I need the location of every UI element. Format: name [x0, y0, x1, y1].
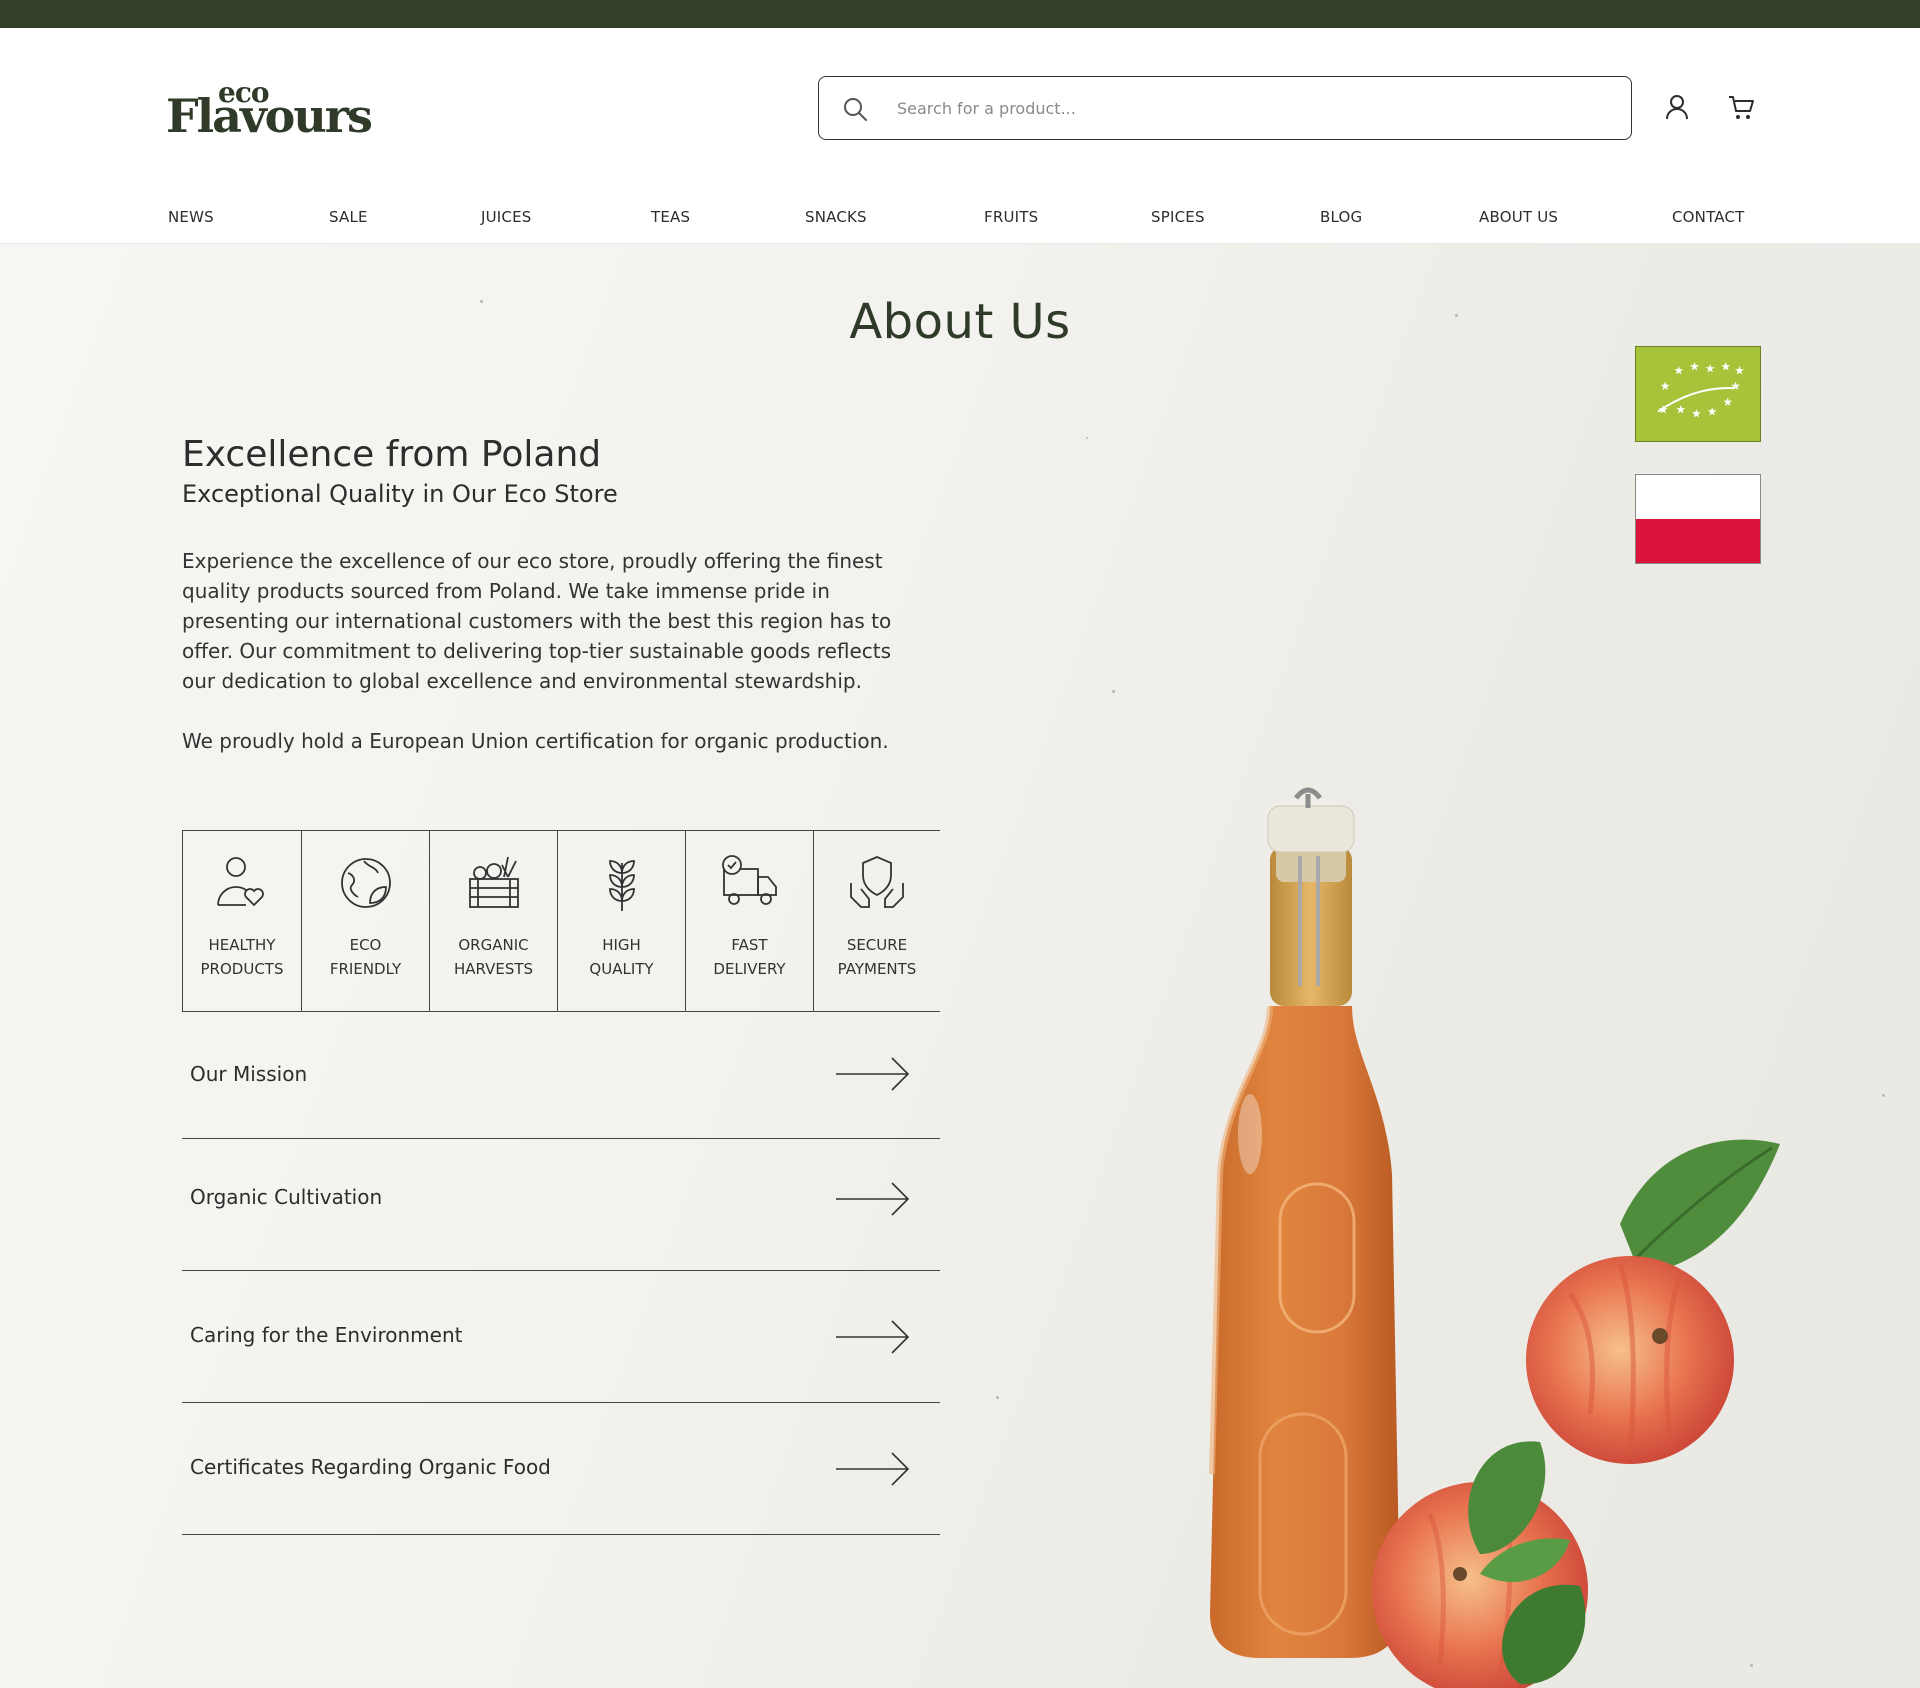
- svg-text:★: ★: [1691, 407, 1702, 421]
- logo-flavours: Flavours: [166, 89, 373, 143]
- feature-label-line: FRIENDLY: [329, 960, 402, 978]
- arrow-right-icon[interactable]: [836, 1319, 910, 1355]
- svg-text:★: ★: [1722, 395, 1733, 409]
- cart-icon[interactable]: [1726, 92, 1756, 122]
- sprout-icon: [608, 860, 635, 911]
- svg-text:★: ★: [1707, 405, 1718, 419]
- svg-text:★: ★: [1721, 360, 1732, 374]
- top-bar: [0, 0, 1920, 28]
- feature-label-line: HARVESTS: [453, 960, 534, 978]
- intro-line: Experience the excellence of our eco sto…: [182, 549, 883, 573]
- feature-label-line: ORGANIC: [458, 936, 529, 954]
- flag-red-band: [1636, 519, 1760, 563]
- arrow-right-icon[interactable]: [836, 1181, 910, 1217]
- feature-label-line: HEALTHY: [208, 936, 276, 954]
- nav-snacks[interactable]: SNACKS: [805, 208, 867, 226]
- flag-white-band: [1636, 475, 1760, 519]
- nav-about-us[interactable]: ABOUT US: [1479, 208, 1558, 226]
- svg-text:★: ★: [1675, 403, 1686, 417]
- search-bar: [818, 76, 1632, 140]
- search-icon[interactable]: [841, 95, 869, 123]
- feature-label-line: FAST: [731, 936, 768, 954]
- feature-secure-payments: SECURE PAYMENTS: [814, 831, 940, 1011]
- bottle: [1209, 787, 1400, 1658]
- accordion-label: Our Mission: [190, 1062, 308, 1086]
- svg-text:★: ★: [1674, 363, 1685, 377]
- poland-flag-icon: [1635, 474, 1761, 564]
- surface-speck: [1086, 437, 1088, 439]
- intro-paragraph: Experience the excellence of our eco sto…: [182, 546, 902, 696]
- feature-high-quality: HIGH QUALITY: [558, 831, 686, 1011]
- svg-text:★: ★: [1689, 360, 1700, 374]
- search-input[interactable]: [897, 89, 1597, 127]
- feature-label-line: DELIVERY: [713, 960, 786, 978]
- intro-line: offer. Our commitment to delivering top-…: [182, 639, 892, 663]
- shield-hands-icon: [850, 856, 904, 908]
- main-nav: NEWS SALE JUICES TEAS SNACKS FRUITS SPIC…: [168, 208, 1748, 234]
- certification-paragraph: We proudly hold a European Union certifi…: [182, 729, 889, 753]
- feature-label-line: SECURE: [846, 936, 908, 954]
- truck-icon: [721, 855, 777, 905]
- feature-label-line: ECO: [349, 936, 382, 954]
- accordion-label: Certificates Regarding Organic Food: [190, 1455, 551, 1479]
- page-title: About Us: [849, 294, 1071, 350]
- accordion-organic-cultivation[interactable]: Organic Cultivation: [182, 1139, 940, 1271]
- feature-eco-friendly: ECO FRIENDLY: [302, 831, 430, 1011]
- site-logo[interactable]: eco Flavours: [166, 76, 398, 143]
- site-header: eco Flavours NEWS SALE JUICES TEAS SNACK…: [0, 28, 1920, 244]
- about-section: About Us ★ ★ ★ ★ ★ ★ ★ ★ ★ ★ ★ ★ Excelle…: [0, 244, 1920, 1688]
- section-subheading: Exceptional Quality in Our Eco Store: [182, 480, 618, 508]
- intro-line: presenting our international customers w…: [182, 609, 892, 633]
- svg-text:★: ★: [1730, 379, 1741, 393]
- accordion-label: Organic Cultivation: [190, 1185, 383, 1209]
- eu-organic-leaf-icon: ★ ★ ★ ★ ★ ★ ★ ★ ★ ★ ★ ★: [1635, 346, 1761, 442]
- crate-vegetables-icon: [468, 856, 519, 908]
- accordion-label: Caring for the Environment: [190, 1323, 463, 1347]
- feature-healthy-products: HEALTHY PRODUCTS: [182, 831, 302, 1011]
- accordion-caring-environment[interactable]: Caring for the Environment: [182, 1271, 940, 1403]
- nav-juices[interactable]: JUICES: [481, 208, 532, 226]
- juice-bottle-apples-photo: [1209, 787, 1780, 1688]
- accordion-certificates[interactable]: Certificates Regarding Organic Food: [182, 1403, 940, 1535]
- person-heart-icon: [217, 857, 264, 907]
- nav-news[interactable]: NEWS: [168, 208, 214, 226]
- svg-text:★: ★: [1705, 361, 1716, 375]
- section-heading: Excellence from Poland: [182, 434, 602, 475]
- nav-contact[interactable]: CONTACT: [1672, 208, 1745, 226]
- nav-spices[interactable]: SPICES: [1151, 208, 1205, 226]
- feature-organic-harvests: ORGANIC HARVESTS: [430, 831, 558, 1011]
- intro-line: quality products sourced from Poland. We…: [182, 579, 830, 603]
- nav-sale[interactable]: SALE: [329, 208, 368, 226]
- feature-label-line: PAYMENTS: [837, 960, 917, 978]
- feature-fast-delivery: FAST DELIVERY: [686, 831, 814, 1011]
- svg-text:★: ★: [1660, 379, 1671, 393]
- feature-label-line: HIGH: [602, 936, 641, 954]
- nav-teas[interactable]: TEAS: [651, 208, 690, 226]
- feature-label-line: QUALITY: [589, 960, 654, 978]
- features-row: HEALTHY PRODUCTS ECO FRIENDLY ORGANIC HARVE…: [182, 830, 940, 1012]
- user-icon[interactable]: [1662, 92, 1692, 122]
- arrow-right-icon[interactable]: [836, 1056, 910, 1092]
- globe-leaf-icon: [340, 858, 391, 908]
- accordion-our-mission[interactable]: Our Mission: [182, 1012, 940, 1139]
- intro-line: our dedication to global excellence and …: [182, 669, 862, 693]
- arrow-right-icon[interactable]: [836, 1451, 910, 1487]
- svg-text:★: ★: [1734, 363, 1745, 377]
- nav-fruits[interactable]: FRUITS: [984, 208, 1038, 226]
- nav-blog[interactable]: BLOG: [1320, 208, 1362, 226]
- surface-speck: [996, 1396, 999, 1399]
- feature-label-line: PRODUCTS: [200, 960, 284, 978]
